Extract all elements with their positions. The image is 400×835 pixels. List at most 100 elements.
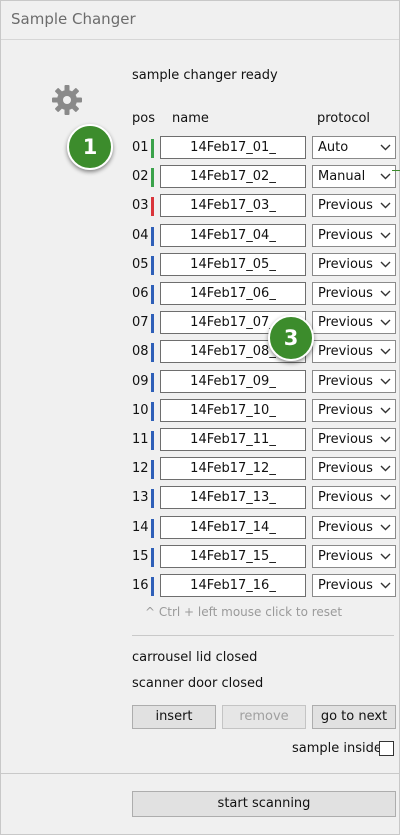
row-status-bar (151, 547, 154, 567)
remove-button[interactable]: remove (222, 705, 306, 729)
protocol-select[interactable]: Previous (312, 515, 396, 539)
row-status-bar (151, 460, 154, 480)
sample-name-field[interactable]: 14Feb17_15_ (160, 544, 306, 568)
row-pos: 05 (132, 256, 149, 272)
sample-name-field[interactable]: 14Feb17_09_ (160, 369, 306, 393)
protocol-select[interactable]: Previous (312, 340, 396, 364)
protocol-value: Previous (318, 198, 373, 214)
sample-inside-checkbox[interactable] (379, 741, 394, 756)
row-status-bar (151, 401, 154, 421)
chevron-down-icon (380, 319, 391, 326)
protocol-select[interactable]: Auto (312, 136, 396, 159)
row-pos: 14 (132, 519, 149, 535)
row-status-bar (151, 343, 154, 363)
column-header-name: name (172, 111, 209, 126)
row-pos: 12 (132, 461, 149, 477)
lid-status: carrousel lid closed (132, 650, 258, 665)
protocol-select[interactable]: Previous (312, 428, 396, 451)
protocol-select[interactable]: Previous (312, 282, 396, 305)
chevron-down-icon (380, 378, 391, 385)
sample-name-field[interactable]: 14Feb17_13_ (160, 486, 306, 510)
protocol-value: Previous (318, 315, 373, 331)
chevron-down-icon (380, 436, 391, 443)
row-status-bar (151, 431, 154, 450)
protocol-value: Previous (318, 490, 373, 506)
protocol-select[interactable]: Previous (312, 223, 396, 247)
sample-row: 16 14Feb17_16_ Previous (1, 574, 399, 603)
row-pos: 13 (132, 490, 149, 506)
sample-row: 10 14Feb17_10_ Previous (1, 398, 399, 428)
row-pos: 16 (132, 578, 149, 593)
protocol-select[interactable]: Previous (312, 486, 396, 510)
sample-name-field[interactable]: 14Feb17_03_ (160, 194, 306, 218)
protocol-value: Auto (318, 140, 349, 155)
column-header-protocol: protocol (317, 111, 371, 126)
chevron-down-icon (380, 582, 391, 589)
row-status-bar (151, 314, 154, 334)
protocol-select[interactable]: Manual (312, 165, 396, 189)
sample-name-field[interactable]: 14Feb17_06_ (160, 282, 306, 305)
row-status-bar (151, 577, 154, 596)
protocol-value: Previous (318, 578, 373, 593)
start-scanning-button[interactable]: start scanning (132, 791, 396, 817)
row-status-bar (151, 285, 154, 304)
row-pos: 10 (132, 402, 149, 418)
protocol-value: Manual (318, 169, 366, 185)
sample-name-field[interactable]: 14Feb17_05_ (160, 252, 306, 276)
protocol-value: Previous (318, 227, 373, 243)
sample-row: 05 14Feb17_05_ Previous (1, 252, 399, 282)
sample-row: 03 14Feb17_03_ Previous (1, 194, 399, 223)
protocol-value: Previous (318, 548, 373, 564)
chevron-down-icon (380, 173, 391, 180)
sample-name-field[interactable]: 14Feb17_14_ (160, 515, 306, 539)
sample-row: 02 14Feb17_02_ Manual (1, 165, 399, 194)
column-header-pos: pos (132, 111, 155, 126)
protocol-select[interactable]: Previous (312, 574, 396, 597)
footer-divider (1, 773, 399, 774)
protocol-value: Previous (318, 519, 373, 535)
row-status-bar (151, 372, 154, 392)
protocol-select[interactable]: Previous (312, 457, 396, 481)
sample-changer-window: Sample Changer sample changer ready pos … (0, 0, 400, 835)
chevron-down-icon (380, 232, 391, 239)
sample-name-field[interactable]: 14Feb17_02_ (160, 165, 306, 189)
protocol-select[interactable]: Previous (312, 311, 396, 335)
row-status-bar (151, 226, 154, 246)
protocol-select[interactable]: Previous (312, 398, 396, 422)
gear-icon (52, 85, 82, 115)
row-pos: 15 (132, 548, 149, 564)
chevron-down-icon (380, 144, 391, 151)
sample-name-field[interactable]: 14Feb17_01_ (160, 136, 306, 159)
row-pos: 11 (132, 432, 149, 447)
row-pos: 01 (132, 140, 149, 155)
chevron-down-icon (380, 407, 391, 414)
sample-row: 07 14Feb17_07_ Previous (1, 311, 399, 340)
protocol-select[interactable]: Previous (312, 252, 396, 276)
protocol-select[interactable]: Previous (312, 194, 396, 218)
protocol-value: Previous (318, 373, 373, 389)
sample-name-field[interactable]: 14Feb17_04_ (160, 223, 306, 247)
sample-name-field[interactable]: 14Feb17_11_ (160, 428, 306, 451)
sample-row: 08 14Feb17_08_ Previous (1, 340, 399, 369)
sample-row: 04 14Feb17_04_ Previous (1, 223, 399, 253)
divider (132, 635, 394, 636)
sample-name-field[interactable]: 14Feb17_12_ (160, 457, 306, 481)
changer-status: sample changer ready (132, 68, 278, 83)
sample-inside-label: sample inside (292, 741, 382, 756)
sample-row: 11 14Feb17_11_ Previous (1, 428, 399, 457)
sample-name-field[interactable]: 14Feb17_10_ (160, 398, 306, 422)
sample-row: 06 14Feb17_06_ Previous (1, 282, 399, 311)
protocol-value: Previous (318, 432, 373, 447)
sample-row: 13 14Feb17_13_ Previous (1, 486, 399, 515)
chevron-down-icon (380, 348, 391, 355)
chevron-down-icon (380, 524, 391, 531)
go-to-next-button[interactable]: go to next (312, 705, 396, 729)
callout-badge-1: 1 (67, 124, 113, 170)
insert-button[interactable]: insert (132, 705, 216, 729)
sample-row: 14 14Feb17_14_ Previous (1, 515, 399, 545)
protocol-select[interactable]: Previous (312, 544, 396, 568)
protocol-select[interactable]: Previous (312, 369, 396, 393)
sample-name-field[interactable]: 14Feb17_16_ (160, 574, 306, 597)
chevron-down-icon (380, 290, 391, 297)
chevron-down-icon (380, 261, 391, 268)
